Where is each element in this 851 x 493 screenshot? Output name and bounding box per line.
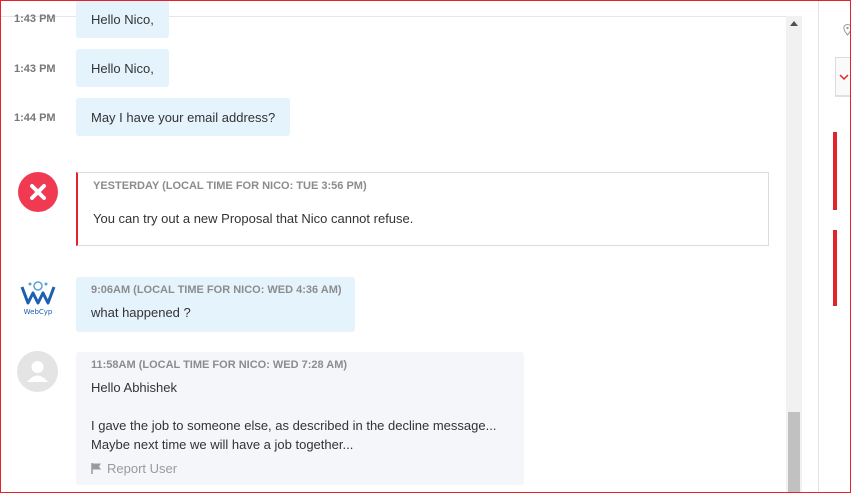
client-message-line: Maybe next time we will have a job toget… [91, 437, 354, 452]
message-bubble: Hello Nico, [76, 0, 169, 38]
scrollbar-thumb[interactable] [788, 412, 800, 493]
error-x-icon [18, 172, 58, 212]
location-pin-icon [843, 24, 851, 36]
chat-thread: 1:43 PM Hello Nico, 1:43 PM Hello Nico, … [0, 0, 786, 493]
message-time: 1:44 PM [14, 112, 56, 124]
side-panel-tab[interactable] [835, 57, 851, 97]
reply-timestamp: 9:06AM (LOCAL TIME FOR NICO: WED 4:36 AM… [91, 284, 342, 296]
avatar [17, 351, 58, 392]
chat-scrollbar[interactable] [786, 16, 802, 493]
accent-bar [833, 230, 837, 306]
reply-text: what happened ? [91, 305, 191, 320]
message-time: 1:43 PM [14, 13, 56, 25]
accent-bar [833, 132, 837, 210]
side-panel [818, 0, 851, 493]
client-message-line: I gave the job to someone else, as descr… [91, 418, 497, 433]
notice-text: You can try out a new Proposal that Nico… [93, 211, 414, 226]
scroll-up-arrow-icon[interactable] [790, 21, 798, 26]
report-user-link[interactable]: Report User [90, 461, 177, 476]
message-bubble: May I have your email address? [76, 98, 291, 136]
system-notice: YESTERDAY (LOCAL TIME FOR NICO: TUE 3:56… [76, 172, 769, 246]
reply-bubble: 9:06AM (LOCAL TIME FOR NICO: WED 4:36 AM… [76, 277, 355, 332]
client-message-timestamp: 11:58AM (LOCAL TIME FOR NICO: WED 7:28 A… [91, 359, 348, 371]
logo-text: WebCyp [24, 308, 53, 316]
company-logo-icon: WebCyp [18, 277, 58, 317]
client-message-greeting: Hello Abhishek [91, 380, 177, 395]
notice-timestamp: YESTERDAY (LOCAL TIME FOR NICO: TUE 3:56… [93, 180, 367, 192]
report-user-label: Report User [107, 461, 178, 476]
flag-icon [91, 463, 101, 474]
message-time: 1:43 PM [14, 63, 56, 75]
message-bubble: Hello Nico, [76, 49, 169, 87]
chevron-down-icon [839, 74, 849, 81]
client-message-bubble: 11:58AM (LOCAL TIME FOR NICO: WED 7:28 A… [76, 352, 524, 485]
